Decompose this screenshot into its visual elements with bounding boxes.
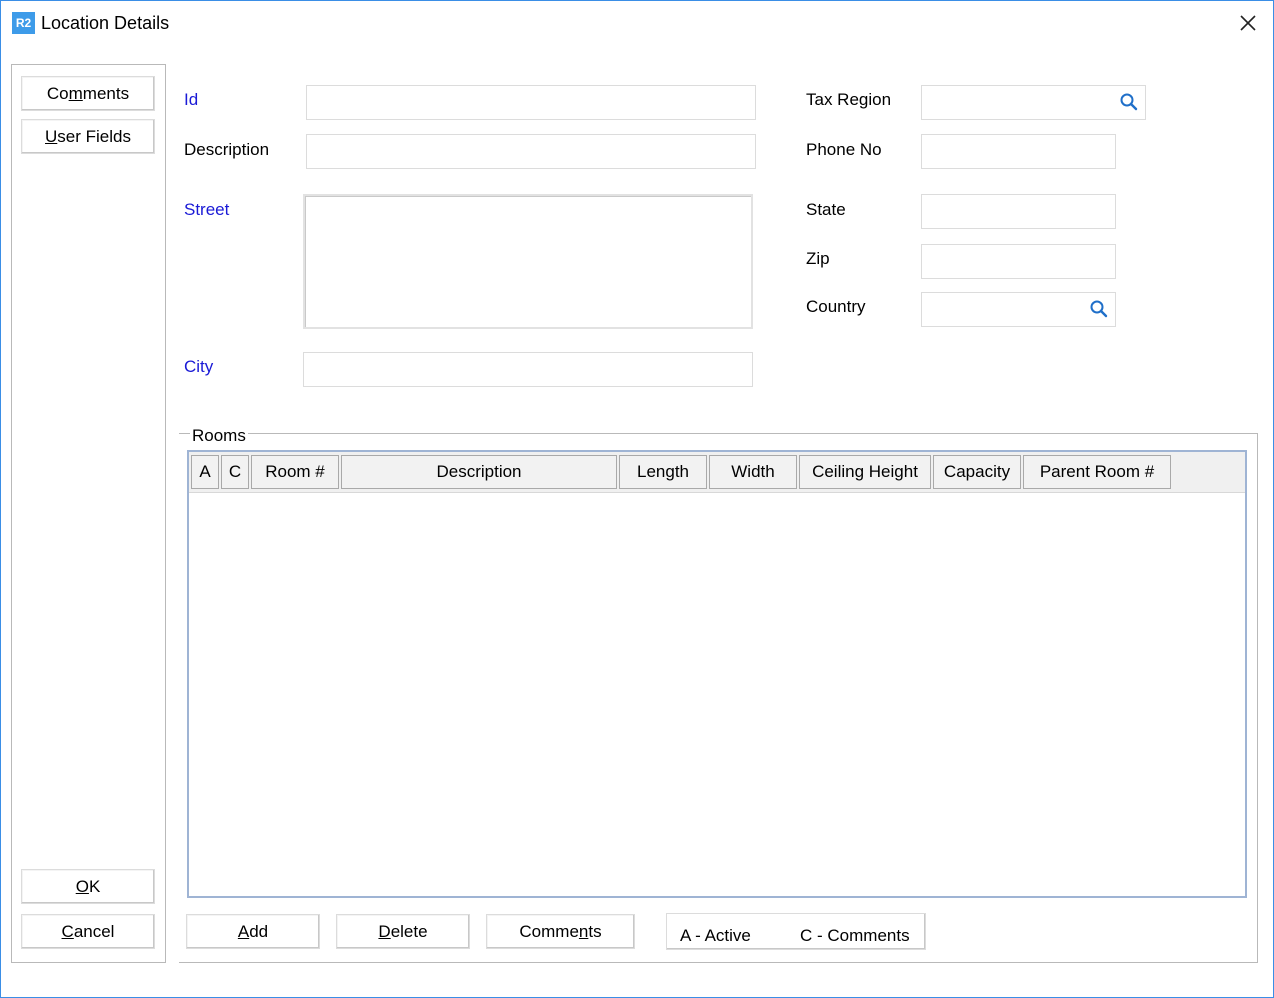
window-title: Location Details	[41, 13, 170, 33]
close-button[interactable]	[1231, 7, 1265, 39]
state-input[interactable]	[922, 195, 1115, 228]
user-fields-label: User Fields	[45, 126, 131, 146]
city-input[interactable]	[304, 353, 752, 386]
id-label: Id	[184, 90, 199, 109]
column-header-description[interactable]: Description	[341, 455, 617, 489]
title-bar: R2 Location Details	[1, 1, 1273, 45]
ok-button[interactable]: OK	[21, 869, 155, 904]
country-input[interactable]	[922, 293, 1115, 326]
column-header-active[interactable]: A	[191, 455, 219, 489]
column-header-room-number[interactable]: Room #	[251, 455, 339, 489]
phone-input[interactable]	[922, 135, 1115, 168]
tax-region-input[interactable]	[922, 86, 1145, 119]
rooms-grid-header: A C Room # Description Length Width Ceil…	[189, 452, 1245, 493]
description-label: Description	[184, 140, 270, 159]
room-comments-label: Comments	[519, 921, 602, 941]
delete-room-button[interactable]: Delete	[336, 914, 470, 949]
column-header-width[interactable]: Width	[709, 455, 797, 489]
country-field[interactable]	[921, 292, 1116, 327]
zip-input[interactable]	[922, 245, 1115, 278]
cancel-label: Cancel	[61, 921, 115, 941]
legend-comments: C - Comments	[800, 926, 910, 945]
user-fields-button[interactable]: User Fields	[21, 119, 155, 154]
phone-label: Phone No	[806, 140, 882, 159]
country-label: Country	[806, 297, 866, 316]
column-header-capacity[interactable]: Capacity	[933, 455, 1021, 489]
delete-room-label: Delete	[378, 921, 428, 941]
column-header-comments[interactable]: C	[221, 455, 249, 489]
state-field[interactable]	[921, 194, 1116, 229]
city-field[interactable]	[303, 352, 753, 387]
description-input[interactable]	[307, 135, 755, 168]
country-search-icon[interactable]	[1089, 299, 1109, 319]
zip-label: Zip	[806, 249, 830, 268]
phone-field[interactable]	[921, 134, 1116, 169]
location-details-window: R2 Location Details Comments User Fields…	[0, 0, 1274, 998]
street-textarea[interactable]	[305, 196, 751, 327]
ok-label: OK	[75, 876, 101, 896]
add-room-label: Add	[237, 921, 269, 941]
rooms-grid[interactable]: A C Room # Description Length Width Ceil…	[187, 450, 1247, 898]
id-input[interactable]	[307, 86, 755, 119]
city-label: City	[184, 357, 214, 376]
side-comments-button[interactable]: Comments	[21, 76, 155, 111]
street-label: Street	[184, 200, 230, 219]
id-field[interactable]	[306, 85, 756, 120]
side-comments-label: Comments	[46, 83, 130, 103]
street-field[interactable]	[303, 194, 753, 329]
state-label: State	[806, 200, 846, 219]
tax-region-search-icon[interactable]	[1119, 92, 1139, 112]
cancel-button[interactable]: Cancel	[21, 914, 155, 949]
zip-field[interactable]	[921, 244, 1116, 279]
app-logo-icon: R2	[12, 12, 35, 34]
rooms-group-title: Rooms	[190, 426, 248, 446]
room-comments-button[interactable]: Comments	[486, 914, 635, 949]
grid-legend: A - Active C - Comments	[666, 913, 926, 950]
close-x-icon	[1240, 15, 1256, 31]
legend-active: A - Active	[680, 926, 751, 945]
column-header-length[interactable]: Length	[619, 455, 707, 489]
side-panel	[11, 64, 166, 963]
tax-region-field[interactable]	[921, 85, 1146, 120]
tax-region-label: Tax Region	[806, 90, 892, 109]
add-room-button[interactable]: Add	[186, 914, 320, 949]
column-header-ceiling-height[interactable]: Ceiling Height	[799, 455, 931, 489]
column-header-parent-room[interactable]: Parent Room #	[1023, 455, 1171, 489]
description-field[interactable]	[306, 134, 756, 169]
